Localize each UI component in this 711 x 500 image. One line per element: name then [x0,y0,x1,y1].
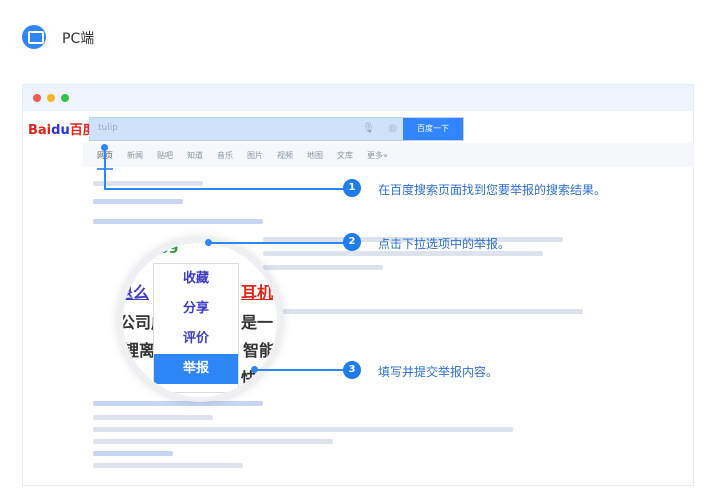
page-title: PC端 [62,31,95,47]
result-title: 退么 [118,283,150,302]
step-text: 填写并提交举报内容。 [378,365,499,379]
result-text: 智能 [243,341,276,360]
nav-item[interactable]: 地图 [307,144,323,168]
result-title: 耳机 [241,283,274,302]
dropdown-menu: 收藏 分享 评价 举报 [153,263,239,393]
blurred-text [93,181,203,186]
nav-item[interactable]: 贴吧 [157,144,173,168]
camera-icon[interactable]: ◎ [388,123,397,134]
search-button[interactable]: 百度一下 [403,118,463,140]
search-nav: 网页新闻贴吧知道音乐图片视频地图文库更多» [83,143,694,170]
blurred-link [93,219,263,224]
step-badge: 3 [343,361,361,379]
baidu-logo: Baidu百度 [28,119,96,138]
blurred-text [93,427,513,432]
blurred-text [93,463,243,468]
step-badge: 1 [343,179,361,197]
nav-item[interactable]: 知道 [187,144,203,168]
blurred-text [93,439,333,444]
nav-item[interactable]: 音乐 [217,144,233,168]
blurred-text [263,265,383,270]
nav-item[interactable]: 视频 [277,144,293,168]
step-text: 在百度搜索页面找到您要举报的搜索结果。 [378,183,607,197]
callout-line [254,369,346,371]
nav-item[interactable]: 更多» [367,144,388,168]
blurred-text [93,415,213,420]
result-text: 锂离 [123,341,156,360]
blurred-link [93,401,263,406]
menu-item-favorite[interactable]: 收藏 [154,264,238,294]
logo-text: Bai [28,123,52,138]
microphone-icon[interactable]: 🎙 [362,123,375,134]
logo-paw: du [51,123,70,138]
result-text: 是一 [241,313,274,332]
blurred-text [93,199,183,204]
step-badge: 2 [343,233,361,251]
nav-item[interactable]: 图片 [247,144,263,168]
menu-item-share[interactable]: 分享 [154,294,238,324]
step-text: 点击下拉选项中的举报。 [378,237,511,251]
callout-line [104,147,106,189]
menu-item-report[interactable]: 举报 [154,354,238,384]
callout-line [104,188,346,190]
search-input[interactable]: tulip 🎙 ◎ 百度一下 [89,117,464,141]
minimize-dot [47,94,55,102]
rank-text: 09 [159,241,179,257]
nav-item[interactable]: 新闻 [127,144,143,168]
monitor-icon [22,25,46,49]
nav-item[interactable]: 文库 [337,144,353,168]
maximize-dot [61,94,69,102]
search-query: tulip [98,123,118,133]
title-bar [23,85,693,111]
menu-item-rate[interactable]: 评价 [154,324,238,354]
close-dot [33,94,41,102]
blurred-text [283,309,583,314]
callout-line [208,242,346,244]
blurred-text [93,451,173,456]
magnifier: 09 退么 耳机 公司成 是一 锂离 智能 快 收藏 分享 评价 举报 [118,238,282,402]
